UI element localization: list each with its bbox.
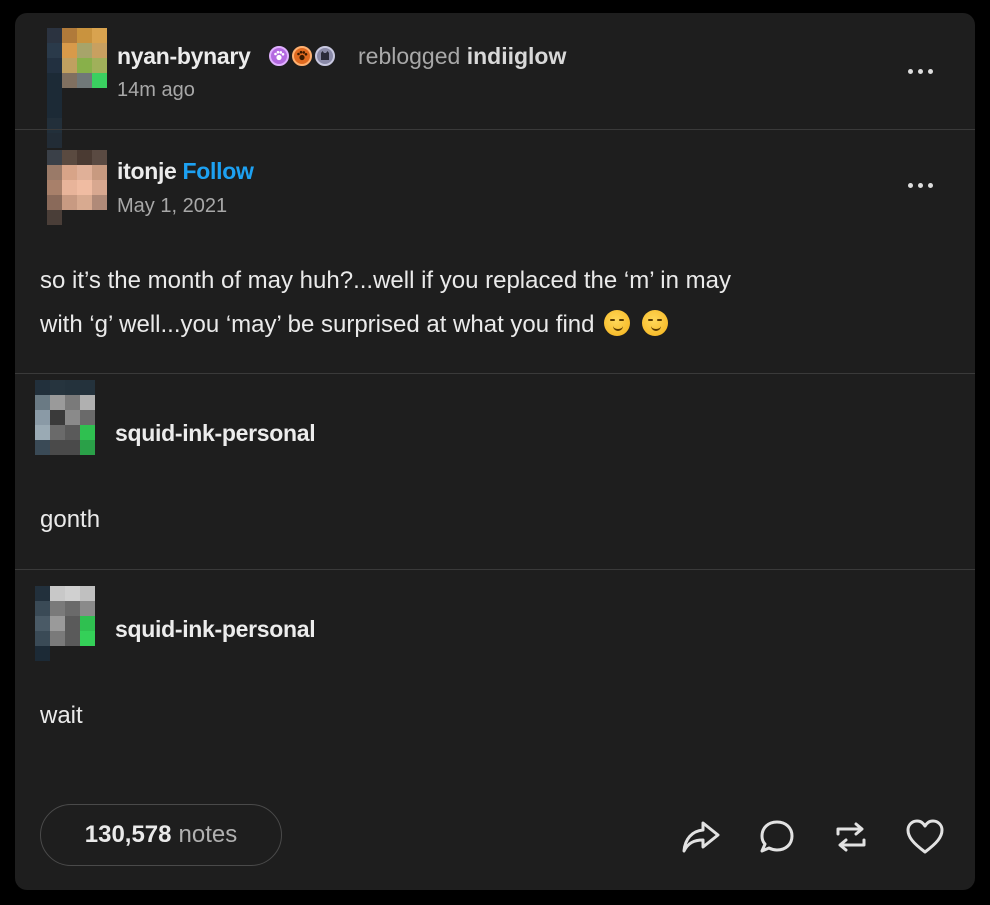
reblog-text: wait — [40, 702, 83, 729]
avatar[interactable] — [35, 380, 95, 455]
post-body: so it’s the month of may huh?...well if … — [40, 259, 731, 347]
avatar[interactable] — [47, 28, 107, 148]
reblogger-username[interactable]: nyan-bynary — [117, 43, 251, 70]
smirk-emoji-icon — [604, 310, 631, 336]
divider — [15, 569, 975, 570]
post-timestamp[interactable]: 14m ago — [117, 79, 195, 102]
notes-button[interactable]: 130,578 notes — [40, 804, 282, 866]
avatar[interactable] — [47, 150, 107, 225]
paw-badge-icon[interactable] — [292, 46, 312, 66]
paw-badge-icon[interactable] — [269, 46, 289, 66]
notes-count: 130,578 — [84, 821, 172, 848]
post-text-line-2: with ‘g’ well...you ‘may’ be surprised a… — [40, 303, 731, 347]
reblog-username[interactable]: squid-ink-personal — [115, 616, 316, 643]
reblog-icon[interactable] — [829, 815, 873, 859]
divider — [15, 129, 975, 130]
post-card: nyan-bynary reblogged indiiglow 14m ago — [15, 13, 975, 890]
more-options-icon[interactable] — [908, 183, 933, 188]
share-icon[interactable] — [679, 815, 723, 859]
original-post-date[interactable]: May 1, 2021 — [117, 195, 227, 218]
like-icon[interactable] — [903, 815, 947, 859]
reply-icon[interactable] — [755, 815, 799, 859]
reblog-info: reblogged indiiglow — [358, 43, 566, 70]
reblog-text: reblogged — [358, 43, 461, 69]
cat-badge-icon[interactable] — [315, 46, 335, 66]
more-options-icon[interactable] — [908, 69, 933, 74]
reblogged-from-username[interactable]: indiiglow — [467, 43, 567, 69]
original-poster-name[interactable]: itonje — [117, 158, 177, 184]
reblog-text: gonth — [40, 506, 101, 533]
original-poster-username: itonje Follow — [117, 158, 254, 185]
reblog-username[interactable]: squid-ink-personal — [115, 420, 316, 447]
divider — [15, 373, 975, 374]
smirk-emoji-icon — [642, 310, 669, 336]
notes-label: notes — [178, 821, 238, 848]
avatar[interactable] — [35, 586, 95, 661]
badge-group — [269, 46, 335, 66]
post-text-line: so it’s the month of may huh?...well if … — [40, 267, 731, 294]
follow-button[interactable]: Follow — [183, 158, 254, 184]
